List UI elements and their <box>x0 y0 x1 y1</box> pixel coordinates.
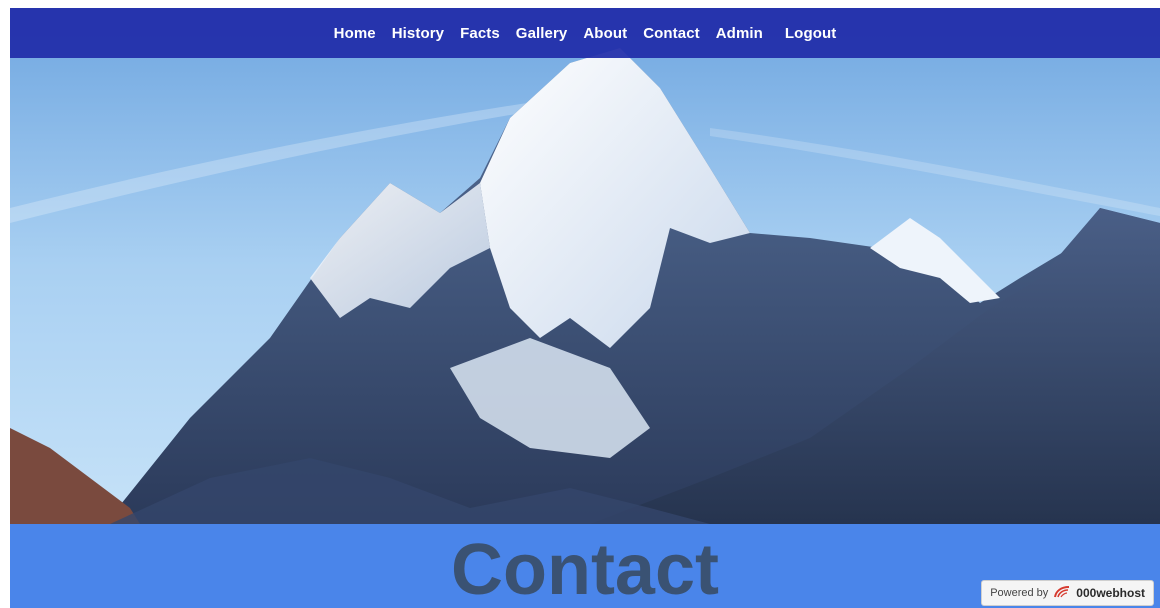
powered-by-label: Powered by <box>990 587 1049 599</box>
nav-link-about[interactable]: About <box>575 25 635 42</box>
page: Home History Facts Gallery About Contact… <box>10 8 1160 608</box>
top-navbar: Home History Facts Gallery About Contact… <box>10 8 1160 58</box>
nav-link-facts[interactable]: Facts <box>452 25 508 42</box>
powered-by-badge[interactable]: Powered by 000webhost <box>981 580 1154 606</box>
brand-name: 000webhost <box>1076 586 1145 600</box>
nav-link-home[interactable]: Home <box>326 25 384 42</box>
nav-link-history[interactable]: History <box>384 25 452 42</box>
nav-link-gallery[interactable]: Gallery <box>508 25 576 42</box>
nav-link-admin[interactable]: Admin <box>708 25 771 42</box>
hero-image-mountain <box>10 8 1160 524</box>
nav-link-contact[interactable]: Contact <box>635 25 708 42</box>
nav-link-logout[interactable]: Logout <box>777 25 844 42</box>
flame-icon <box>1053 585 1071 602</box>
